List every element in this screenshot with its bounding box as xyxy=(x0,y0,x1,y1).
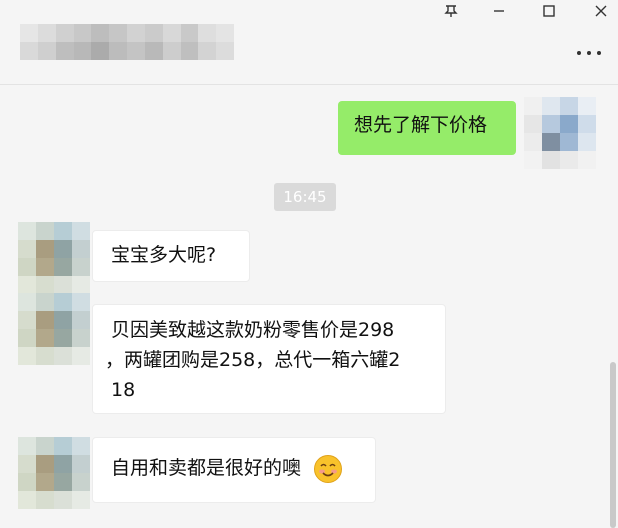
more-icon xyxy=(577,51,601,55)
message-text-line: 18 xyxy=(111,379,136,401)
minimize-button[interactable] xyxy=(488,4,510,22)
message-text-line: 贝因美致越这款奶粉零售价是298 xyxy=(111,319,395,341)
maximize-button[interactable] xyxy=(538,4,560,22)
chat-area[interactable]: 想先了解下价格 16:45 宝宝多大呢? 贝因美致越这款奶粉零售价是298 ，两… xyxy=(0,85,618,528)
more-button[interactable] xyxy=(574,44,604,60)
scrollbar-thumb[interactable] xyxy=(610,362,616,528)
message-text: 自用和卖都是很好的噢 xyxy=(111,457,302,479)
pin-button[interactable] xyxy=(440,4,462,22)
message-bubble-self[interactable]: 想先了解下价格 xyxy=(338,101,516,155)
other-avatar[interactable] xyxy=(18,222,90,294)
maximize-icon xyxy=(543,5,555,17)
title-bar xyxy=(0,0,618,85)
message-bubble-other[interactable]: 贝因美致越这款奶粉零售价是298 ，两罐团购是258，总代一箱六罐2 18 xyxy=(92,304,446,414)
self-avatar[interactable] xyxy=(524,97,596,169)
smile-emoji-icon xyxy=(314,454,343,483)
other-avatar[interactable] xyxy=(18,437,90,509)
timestamp: 16:45 xyxy=(274,183,336,211)
message-text: 宝宝多大呢? xyxy=(111,244,217,266)
message-text: 想先了解下价格 xyxy=(354,114,488,136)
pin-icon xyxy=(444,5,458,17)
close-icon xyxy=(595,5,607,17)
message-text-line: ，两罐团购是258，总代一箱六罐2 xyxy=(105,349,401,371)
contact-name-blurred xyxy=(20,24,234,60)
close-button[interactable] xyxy=(590,4,612,22)
message-bubble-other[interactable]: 宝宝多大呢? xyxy=(92,230,250,282)
minimize-icon xyxy=(494,10,504,12)
message-bubble-other[interactable]: 自用和卖都是很好的噢 xyxy=(92,437,376,503)
other-avatar[interactable] xyxy=(18,293,90,365)
